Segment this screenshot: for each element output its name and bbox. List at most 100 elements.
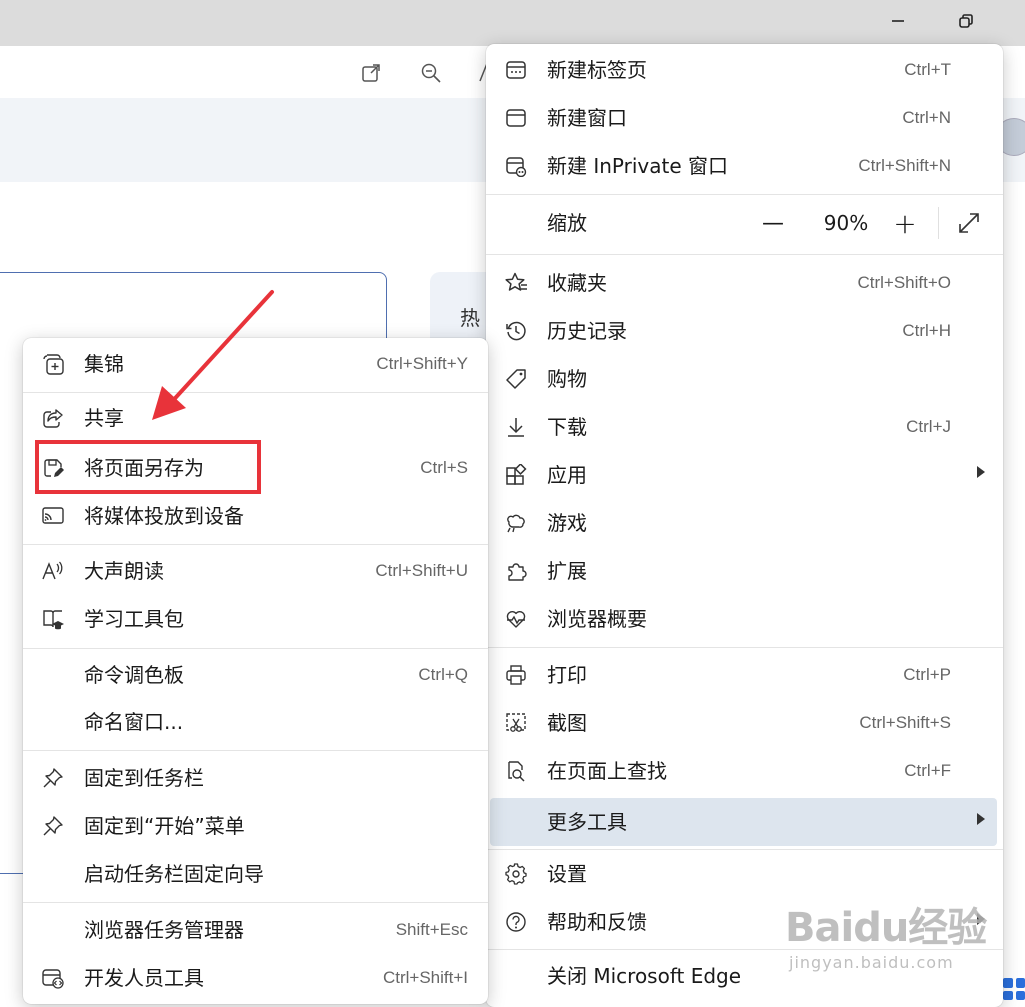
menu-divider — [23, 648, 488, 649]
submenu-item-label: 固定到“开始”菜单 — [84, 814, 245, 838]
open-in-app-icon[interactable] — [358, 60, 384, 86]
menu-item-label: 下载 — [547, 415, 587, 439]
shortcut: Ctrl+S — [420, 458, 468, 477]
submenu-item-label: 集锦 — [84, 352, 124, 376]
submenu-item-label: 大声朗读 — [84, 559, 164, 583]
developer-tools-icon — [41, 966, 65, 990]
menu-item-label: 收藏夹 — [547, 271, 607, 295]
zoom-out-icon[interactable] — [418, 60, 444, 86]
shortcut: Ctrl+J — [906, 417, 951, 436]
submenu-item-label: 命名窗口... — [84, 710, 184, 734]
submenu-item-label: 学习工具包 — [84, 607, 184, 631]
edge-settings-menu: 新建标签页 Ctrl+T 新建窗口 Ctrl+N 新建 InPrivate 窗口… — [486, 44, 1003, 1007]
zoom-level: 90% — [823, 211, 869, 235]
menu-item-favorites[interactable]: 收藏夹 Ctrl+Shift+O — [486, 259, 1003, 307]
menu-item-downloads[interactable]: 下载 Ctrl+J — [486, 403, 1003, 451]
menu-item-label: 购物 — [547, 367, 587, 391]
menu-divider — [486, 194, 1003, 195]
menu-item-games[interactable]: 游戏 — [486, 499, 1003, 547]
submenu-item-label: 将媒体投放到设备 — [84, 504, 244, 528]
menu-divider — [23, 902, 488, 903]
submenu-item-name-window[interactable]: 命名窗口... — [23, 698, 488, 746]
menu-item-zoom: 缩放 — 90% + — [486, 199, 1003, 247]
menu-item-apps[interactable]: 应用 — [486, 451, 1003, 499]
menu-item-label: 新建标签页 — [547, 58, 647, 82]
menu-item-new-inprivate[interactable]: 新建 InPrivate 窗口 Ctrl+Shift+N — [486, 142, 1003, 190]
fullscreen-icon[interactable] — [954, 209, 984, 237]
menu-item-print[interactable]: 打印 Ctrl+P — [486, 651, 1003, 699]
submenu-item-label: 共享 — [84, 406, 124, 430]
shopping-tag-icon — [504, 367, 528, 391]
share-icon — [41, 406, 65, 430]
submenu-item-pin-taskbar[interactable]: 固定到任务栏 — [23, 754, 488, 802]
submenu-arrow-icon — [977, 813, 985, 825]
menu-item-label: 游戏 — [547, 511, 587, 535]
submenu-item-taskbar-wizard[interactable]: 启动任务栏固定向导 — [23, 850, 488, 898]
menu-item-label: 关闭 Microsoft Edge — [547, 964, 742, 988]
menu-item-more-tools[interactable]: 更多工具 — [490, 798, 997, 846]
zoom-in-button[interactable]: + — [888, 207, 922, 240]
print-icon — [504, 663, 528, 687]
menu-item-browser-essentials[interactable]: 浏览器概要 — [486, 595, 1003, 643]
menu-item-find-on-page[interactable]: 在页面上查找 Ctrl+F — [486, 747, 1003, 795]
new-window-icon — [504, 106, 528, 130]
annotation-arrow-icon — [152, 290, 274, 420]
annotation-highlight-box — [35, 440, 261, 494]
menu-item-new-window[interactable]: 新建窗口 Ctrl+N — [486, 94, 1003, 142]
shortcut: Ctrl+H — [902, 321, 951, 340]
submenu-item-pin-start[interactable]: 固定到“开始”菜单 — [23, 802, 488, 850]
screenshot-scissors-icon — [504, 711, 528, 735]
shortcut: Ctrl+Shift+Y — [376, 354, 468, 373]
shortcut: Ctrl+Shift+N — [858, 156, 951, 175]
zoom-out-button[interactable]: — — [756, 209, 790, 237]
watermark-url: jingyan.baidu.com — [789, 953, 954, 972]
submenu-item-label: 开发人员工具 — [84, 966, 204, 990]
learning-toolkit-icon — [41, 607, 65, 631]
menu-item-history[interactable]: 历史记录 Ctrl+H — [486, 307, 1003, 355]
shortcut: Ctrl+Shift+I — [382, 968, 468, 987]
menu-divider — [23, 750, 488, 751]
menu-item-label: 帮助和反馈 — [547, 910, 647, 934]
hot-label: 热 — [460, 306, 480, 330]
menu-item-extensions[interactable]: 扩展 — [486, 547, 1003, 595]
submenu-item-dev-tools[interactable]: 开发人员工具 Ctrl+Shift+I — [23, 954, 488, 1002]
more-tools-submenu: 集锦 Ctrl+Shift+Y 共享 将页面另存为 Ctrl+S 将媒体投放到设… — [23, 338, 488, 1004]
menu-item-settings[interactable]: 设置 — [486, 850, 1003, 898]
menu-item-new-tab[interactable]: 新建标签页 Ctrl+T — [486, 46, 1003, 94]
zoom-divider — [938, 207, 939, 239]
submenu-item-command-palette[interactable]: 命令调色板 Ctrl+Q — [23, 651, 488, 699]
submenu-item-task-manager[interactable]: 浏览器任务管理器 Shift+Esc — [23, 906, 488, 954]
shortcut: Ctrl+T — [904, 60, 951, 79]
menu-item-label: 历史记录 — [547, 319, 627, 343]
shortcut: Ctrl+N — [902, 108, 951, 127]
games-icon — [504, 511, 528, 535]
menu-item-shopping[interactable]: 购物 — [486, 355, 1003, 403]
submenu-item-learning-toolkit[interactable]: 学习工具包 — [23, 595, 488, 643]
read-aloud-icon — [41, 559, 65, 583]
shortcut: Ctrl+Shift+U — [375, 561, 468, 580]
cast-icon — [41, 504, 65, 528]
menu-divider — [23, 544, 488, 545]
title-bar — [0, 0, 1025, 46]
submenu-item-label: 启动任务栏固定向导 — [84, 862, 264, 886]
menu-item-label: 在页面上查找 — [547, 759, 667, 783]
restore-icon[interactable] — [951, 6, 981, 36]
menu-item-label: 设置 — [547, 862, 587, 886]
submenu-item-cast-media[interactable]: 将媒体投放到设备 — [23, 492, 488, 540]
shortcut: Ctrl+Shift+S — [859, 713, 951, 732]
gear-icon — [504, 862, 528, 886]
submenu-item-label: 浏览器任务管理器 — [84, 918, 244, 942]
menu-item-screenshot[interactable]: 截图 Ctrl+Shift+S — [486, 699, 1003, 747]
apps-grid-icon[interactable] — [1003, 978, 1025, 1000]
minimize-icon[interactable] — [883, 6, 913, 36]
new-tab-icon — [504, 58, 528, 82]
history-icon — [504, 319, 528, 343]
shortcut: Ctrl+P — [903, 665, 951, 684]
menu-divider — [486, 647, 1003, 648]
submenu-item-read-aloud[interactable]: 大声朗读 Ctrl+Shift+U — [23, 547, 488, 595]
inprivate-window-icon — [504, 154, 528, 178]
menu-item-label: 截图 — [547, 711, 587, 735]
menu-item-label: 扩展 — [547, 559, 587, 583]
shortcut: Ctrl+Q — [418, 665, 468, 684]
download-icon — [504, 415, 528, 439]
